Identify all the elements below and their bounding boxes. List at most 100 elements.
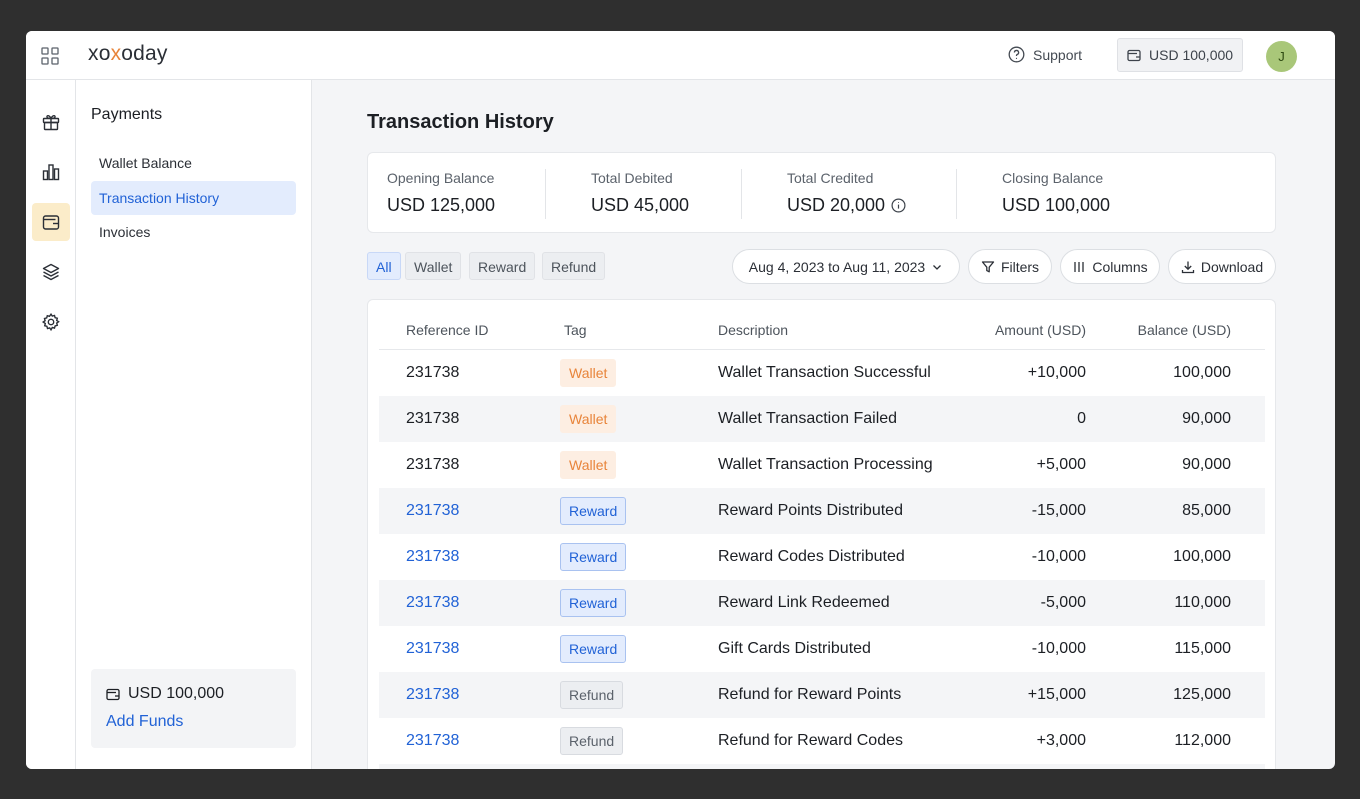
chevron-down-icon — [931, 261, 943, 273]
balance: 115,000 — [1174, 640, 1231, 657]
page-title: Transaction History — [367, 111, 554, 133]
summary-label: Total Debited — [591, 170, 673, 186]
rail-item-catalog[interactable] — [32, 253, 70, 291]
balance: 110,000 — [1174, 594, 1231, 611]
description: Reward Codes Distributed — [718, 548, 905, 565]
subnav-title: Payments — [91, 106, 163, 123]
tag-badge: Reward — [560, 497, 627, 525]
subnav-item-wallet-balance[interactable]: Wallet Balance — [91, 146, 296, 180]
download-label: Download — [1200, 258, 1264, 275]
column-header-description[interactable]: Description — [718, 322, 788, 338]
tag-badge: Refund — [560, 681, 624, 709]
wallet-icon — [41, 212, 61, 232]
summary-value: USD 125,000 — [387, 195, 496, 215]
description: Refund for Reward Points — [718, 686, 902, 703]
subnav-item-invoices[interactable]: Invoices — [91, 215, 296, 249]
tag-filter-wallet[interactable]: Wallet — [405, 252, 462, 280]
table-row-partial — [379, 764, 1265, 769]
filter-icon — [981, 260, 995, 274]
description: Wallet Transaction Processing — [718, 456, 933, 473]
support-label: Support — [1033, 46, 1083, 63]
reference-id-link[interactable]: 231738 — [406, 686, 459, 704]
reference-id-link[interactable]: 231738 — [406, 640, 459, 658]
filters-button[interactable]: Filters — [968, 249, 1052, 284]
tag-badge: Reward — [560, 635, 627, 663]
amount: -15,000 — [1031, 502, 1086, 519]
description: Reward Points Distributed — [718, 502, 903, 519]
header-balance-chip[interactable]: USD 100,000 — [1117, 38, 1243, 72]
reference-id: 231738 — [406, 410, 460, 427]
rail-item-payments[interactable] — [32, 203, 70, 241]
wallet-icon — [1127, 48, 1141, 62]
tag-badge: Wallet — [560, 405, 617, 433]
table-row[interactable]: 231738 Wallet Wallet Transaction Success… — [379, 350, 1265, 396]
transactions-table: Reference ID Tag Description Amount (USD… — [367, 299, 1276, 769]
balance: 100,000 — [1173, 364, 1231, 381]
subnav-item-transaction-history[interactable]: Transaction History — [91, 181, 296, 215]
table-header: Reference ID Tag Description Amount (USD… — [379, 300, 1265, 350]
rail-item-analytics[interactable] — [32, 153, 70, 191]
reference-id-link[interactable]: 231738 — [406, 502, 459, 520]
column-header-balance[interactable]: Balance (USD) — [1138, 322, 1231, 338]
balance: 112,000 — [1174, 732, 1231, 749]
table-row[interactable]: 231738 Wallet Wallet Transaction Process… — [379, 442, 1265, 488]
reference-id-link[interactable]: 231738 — [406, 732, 459, 750]
add-funds-link[interactable]: Add Funds — [106, 713, 183, 731]
table-row[interactable]: 231738 Reward Reward Points Distributed … — [379, 488, 1265, 534]
table-row[interactable]: 231738 Refund Refund for Reward Codes +3… — [379, 718, 1265, 764]
summary-value: USD 20,000 — [787, 195, 906, 216]
app-window: xoxoday Support USD 100,000 J Payments W… — [26, 31, 1335, 769]
info-icon[interactable] — [891, 198, 906, 213]
columns-button[interactable]: Columns — [1060, 249, 1160, 284]
table-row[interactable]: 231738 Reward Gift Cards Distributed -10… — [379, 626, 1265, 672]
summary-value: USD 45,000 — [591, 195, 690, 215]
filters-label: Filters — [1000, 258, 1040, 275]
download-icon — [1181, 260, 1195, 274]
layers-icon — [41, 262, 61, 282]
amount: +5,000 — [1036, 456, 1086, 473]
tag-filter-all[interactable]: All — [367, 252, 401, 280]
balance-summary: Opening Balance USD 125,000 Total Debite… — [367, 152, 1276, 233]
table-row[interactable]: 231738 Reward Reward Codes Distributed -… — [379, 534, 1265, 580]
rail-item-rewards[interactable] — [32, 103, 70, 141]
date-range-picker[interactable]: Aug 4, 2023 to Aug 11, 2023 — [732, 249, 960, 284]
header-balance-value: USD 100,000 — [1149, 47, 1234, 63]
amount: +10,000 — [1027, 364, 1086, 381]
user-avatar[interactable]: J — [1266, 41, 1297, 72]
description: Reward Link Redeemed — [718, 594, 890, 611]
amount: -10,000 — [1031, 640, 1086, 657]
table-row[interactable]: 231738 Wallet Wallet Transaction Failed … — [379, 396, 1265, 442]
support-link[interactable]: Support — [1008, 46, 1082, 63]
xoxoday-logo[interactable]: xoxoday — [88, 42, 168, 66]
reference-id-link[interactable]: 231738 — [406, 594, 459, 612]
column-header-tag[interactable]: Tag — [564, 322, 587, 338]
tag-filter-refund[interactable]: Refund — [542, 252, 606, 280]
description: Refund for Reward Codes — [718, 732, 903, 749]
summary-divider — [545, 169, 546, 219]
balance: 85,000 — [1182, 502, 1231, 519]
funds-amount: USD 100,000 — [106, 685, 224, 703]
table-row[interactable]: 231738 Reward Reward Link Redeemed -5,00… — [379, 580, 1265, 626]
apps-grid-icon[interactable] — [41, 47, 59, 65]
download-button[interactable]: Download — [1168, 249, 1276, 284]
table-row[interactable]: 231738 Refund Refund for Reward Points +… — [379, 672, 1265, 718]
tag-badge: Reward — [560, 589, 627, 617]
column-header-reference-id[interactable]: Reference ID — [406, 322, 488, 338]
reference-id-link[interactable]: 231738 — [406, 548, 459, 566]
gift-icon — [41, 112, 61, 132]
column-header-amount[interactable]: Amount (USD) — [995, 322, 1086, 338]
gear-icon — [41, 312, 61, 332]
tag-filter-reward[interactable]: Reward — [469, 252, 536, 280]
summary-value: USD 100,000 — [1002, 195, 1111, 215]
amount: 0 — [1077, 410, 1086, 427]
balance: 125,000 — [1173, 686, 1231, 703]
help-circle-icon — [1008, 46, 1025, 63]
amount: +3,000 — [1036, 732, 1086, 749]
tag-badge: Wallet — [560, 451, 617, 479]
rail-item-settings[interactable] — [32, 303, 70, 341]
description: Wallet Transaction Failed — [718, 410, 898, 427]
funds-amount-value: USD 100,000 — [128, 685, 225, 702]
reference-id: 231738 — [406, 456, 460, 473]
summary-divider — [956, 169, 957, 219]
reference-id: 231738 — [406, 364, 460, 381]
